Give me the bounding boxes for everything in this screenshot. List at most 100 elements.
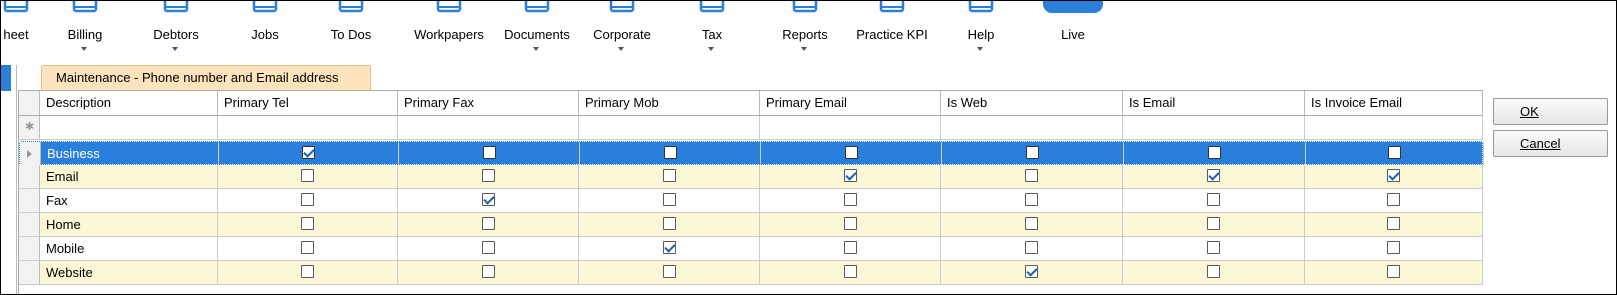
checkbox-unchecked[interactable] [1387, 217, 1400, 230]
checkbox-unchecked[interactable] [1388, 146, 1401, 159]
row-gutter[interactable] [19, 165, 40, 188]
new-row-cell[interactable] [1123, 116, 1305, 139]
tab-maintenance[interactable]: Maintenance - Phone number and Email add… [41, 65, 371, 90]
ok-button[interactable]: OK [1493, 98, 1608, 125]
table-row[interactable]: Business [19, 141, 1484, 165]
ribbon-button-debtors[interactable]: Debtors [141, 1, 211, 61]
column-header-primary-email[interactable]: Primary Email [760, 91, 941, 115]
checkbox-unchecked[interactable] [845, 146, 858, 159]
checkbox-cell [398, 189, 579, 212]
new-row-cell[interactable] [218, 116, 398, 139]
new-row-cell[interactable] [760, 116, 941, 139]
checkbox-unchecked[interactable] [301, 169, 314, 182]
checkbox-unchecked[interactable] [1208, 146, 1221, 159]
row-gutter[interactable] [19, 237, 40, 260]
checkbox-unchecked[interactable] [482, 169, 495, 182]
column-header-description[interactable]: Description [40, 91, 218, 115]
row-description[interactable]: Website [40, 261, 218, 284]
checkbox-unchecked[interactable] [301, 265, 314, 278]
checkbox-checked[interactable] [1387, 169, 1400, 182]
column-header-is-web[interactable]: Is Web [941, 91, 1123, 115]
checkbox-checked[interactable] [663, 241, 676, 254]
checkbox-checked[interactable] [482, 193, 495, 206]
checkbox-unchecked[interactable] [844, 265, 857, 278]
column-header-primary-tel[interactable]: Primary Tel [218, 91, 398, 115]
ribbon-button-workpapers[interactable]: Workpapers [401, 1, 497, 61]
checkbox-unchecked[interactable] [1025, 193, 1038, 206]
table-row[interactable]: Website [19, 261, 1483, 285]
ribbon-label: Documents [504, 27, 570, 42]
ribbon-button-billing[interactable]: Billing [53, 1, 117, 61]
checkbox-unchecked[interactable] [1026, 146, 1039, 159]
ribbon-label: Reports [782, 27, 828, 42]
checkbox-unchecked[interactable] [663, 169, 676, 182]
checkbox-unchecked[interactable] [663, 217, 676, 230]
ribbon-button-heet[interactable]: heet [1, 1, 41, 61]
column-header-primary-fax[interactable]: Primary Fax [398, 91, 579, 115]
checkbox-unchecked[interactable] [844, 193, 857, 206]
ribbon-button-practice-kpi[interactable]: Practice KPI [847, 1, 937, 61]
ribbon-button-corporate[interactable]: Corporate [584, 1, 660, 61]
checkbox-checked[interactable] [1025, 265, 1038, 278]
checkbox-unchecked[interactable] [663, 265, 676, 278]
checkbox-unchecked[interactable] [1387, 241, 1400, 254]
checkbox-unchecked[interactable] [1025, 169, 1038, 182]
row-gutter[interactable] [19, 213, 40, 236]
table-row[interactable]: Home [19, 213, 1483, 237]
table-row[interactable]: Email [19, 165, 1483, 189]
checkbox-unchecked[interactable] [482, 265, 495, 278]
ribbon-button-help[interactable]: Help [949, 1, 1013, 61]
checkbox-unchecked[interactable] [1207, 265, 1220, 278]
tax-icon [692, 1, 732, 13]
row-gutter[interactable] [19, 189, 40, 212]
row-description[interactable]: Mobile [40, 237, 218, 260]
checkbox-cell [1305, 165, 1483, 188]
checkbox-unchecked[interactable] [1025, 217, 1038, 230]
table-row[interactable]: Mobile [19, 237, 1483, 261]
checkbox-unchecked[interactable] [1207, 217, 1220, 230]
ribbon-button-to-dos[interactable]: To Dos [311, 1, 391, 61]
new-row-cell[interactable] [1305, 116, 1483, 139]
column-header-primary-mob[interactable]: Primary Mob [579, 91, 760, 115]
checkbox-checked[interactable] [302, 146, 315, 159]
checkbox-unchecked[interactable] [1207, 193, 1220, 206]
checkbox-unchecked[interactable] [301, 193, 314, 206]
checkbox-unchecked[interactable] [301, 241, 314, 254]
row-gutter[interactable] [19, 261, 40, 284]
ribbon-button-live[interactable]: Live [1031, 1, 1115, 61]
checkbox-unchecked[interactable] [301, 217, 314, 230]
cancel-button[interactable]: Cancel [1493, 130, 1608, 157]
row-gutter[interactable] [20, 142, 41, 165]
checkbox-cell [942, 142, 1124, 165]
checkbox-unchecked[interactable] [664, 146, 677, 159]
new-row-cell[interactable] [398, 116, 579, 139]
checkbox-checked[interactable] [1207, 169, 1220, 182]
checkbox-unchecked[interactable] [1387, 193, 1400, 206]
checkbox-cell [941, 237, 1123, 260]
new-row-cell[interactable] [941, 116, 1123, 139]
column-header-is-invoice-email[interactable]: Is Invoice Email [1305, 91, 1483, 115]
ribbon-button-tax[interactable]: Tax [676, 1, 748, 61]
checkbox-unchecked[interactable] [482, 217, 495, 230]
ribbon-button-jobs[interactable]: Jobs [226, 1, 304, 61]
new-row[interactable]: ✱ [19, 116, 1483, 140]
ribbon-button-reports[interactable]: Reports [769, 1, 841, 61]
row-description[interactable]: Business [41, 142, 219, 165]
checkbox-unchecked[interactable] [483, 146, 496, 159]
row-description[interactable]: Email [40, 165, 218, 188]
row-description[interactable]: Fax [40, 189, 218, 212]
checkbox-unchecked[interactable] [1025, 241, 1038, 254]
checkbox-unchecked[interactable] [844, 241, 857, 254]
checkbox-unchecked[interactable] [663, 193, 676, 206]
checkbox-checked[interactable] [844, 169, 857, 182]
column-header-is-email[interactable]: Is Email [1123, 91, 1305, 115]
ribbon-button-documents[interactable]: Documents [493, 1, 581, 61]
new-row-cell[interactable] [40, 116, 218, 139]
checkbox-unchecked[interactable] [482, 241, 495, 254]
checkbox-unchecked[interactable] [1207, 241, 1220, 254]
row-description[interactable]: Home [40, 213, 218, 236]
table-row[interactable]: Fax [19, 189, 1483, 213]
new-row-cell[interactable] [579, 116, 760, 139]
checkbox-unchecked[interactable] [844, 217, 857, 230]
checkbox-unchecked[interactable] [1387, 265, 1400, 278]
